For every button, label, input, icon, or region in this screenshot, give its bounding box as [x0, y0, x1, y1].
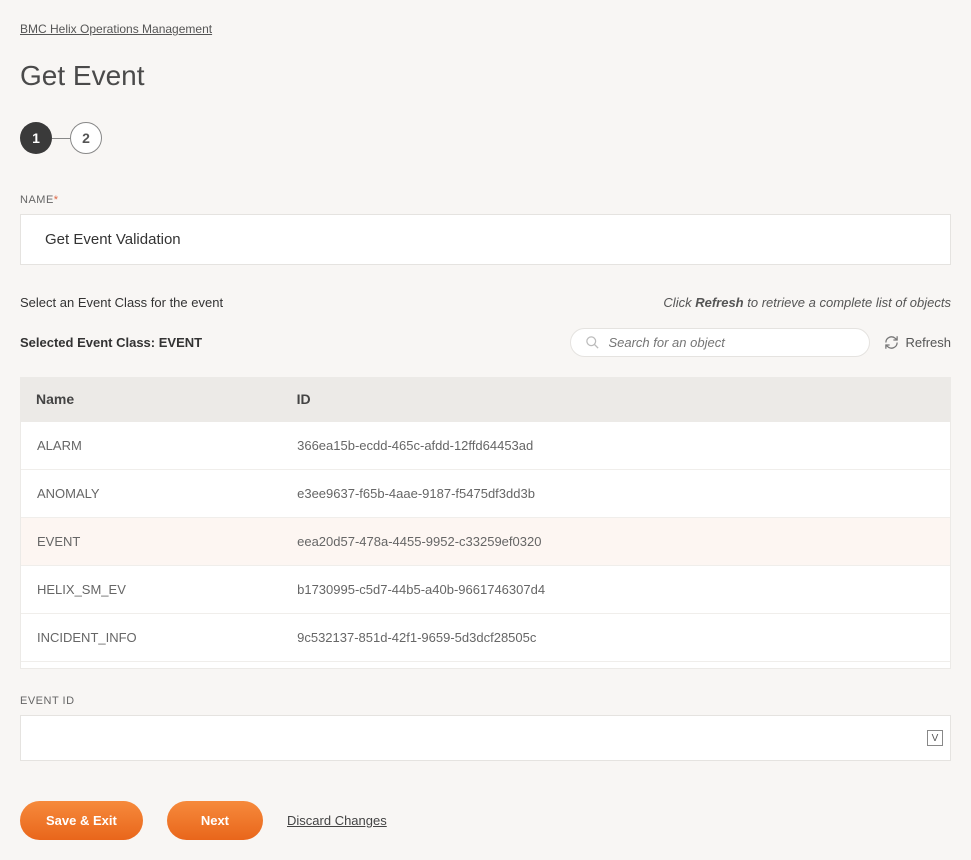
- row-name: ANOMALY: [21, 470, 281, 518]
- refresh-hint: Click Refresh to retrieve a complete lis…: [663, 295, 951, 310]
- row-name: ALARM: [21, 422, 281, 470]
- row-id: b1730995-c5d7-44b5-a40b-9661746307d4: [281, 566, 950, 614]
- table-row[interactable]: INCIDENT_INFO9c532137-851d-42f1-9659-5d3…: [21, 614, 950, 662]
- event-id-input[interactable]: [20, 715, 951, 761]
- row-id: eea20d57-478a-4455-9952-c33259ef0320: [281, 518, 950, 566]
- step-2[interactable]: 2: [70, 122, 102, 154]
- column-id[interactable]: ID: [281, 377, 951, 421]
- row-name: HELIX_SM_EV: [21, 566, 281, 614]
- refresh-hint-suffix: to retrieve a complete list of objects: [744, 295, 951, 310]
- search-icon: [585, 335, 600, 350]
- event-id-label: EVENT ID: [20, 695, 951, 707]
- breadcrumb[interactable]: BMC Helix Operations Management: [20, 22, 212, 36]
- event-class-table: ALARM366ea15b-ecdd-465c-afdd-12ffd64453a…: [21, 422, 950, 662]
- table-row[interactable]: ANOMALYe3ee9637-f65b-4aae-9187-f5475df3d…: [21, 470, 950, 518]
- selected-event-class: Selected Event Class: EVENT: [20, 335, 202, 350]
- event-class-table-wrap: Name ID ALARM366ea15b-ecdd-465c-afdd-12f…: [20, 377, 951, 669]
- action-bar: Save & Exit Next Discard Changes: [20, 801, 951, 840]
- step-1[interactable]: 1: [20, 122, 52, 154]
- name-label: NAME*: [20, 194, 951, 206]
- discard-changes-link[interactable]: Discard Changes: [287, 813, 387, 828]
- stepper: 1 2: [20, 122, 951, 154]
- step-connector: [52, 138, 70, 139]
- search-input[interactable]: [608, 335, 855, 350]
- name-label-text: NAME: [20, 194, 54, 206]
- select-event-class-hint: Select an Event Class for the event: [20, 295, 223, 310]
- refresh-label: Refresh: [905, 335, 951, 350]
- refresh-hint-prefix: Click: [663, 295, 695, 310]
- refresh-hint-strong: Refresh: [695, 295, 743, 310]
- event-class-table-scroll[interactable]: ALARM366ea15b-ecdd-465c-afdd-12ffd64453a…: [20, 421, 951, 669]
- table-row[interactable]: EVENTeea20d57-478a-4455-9952-c33259ef032…: [21, 518, 950, 566]
- save-exit-button[interactable]: Save & Exit: [20, 801, 143, 840]
- selected-event-class-value: EVENT: [159, 335, 202, 350]
- required-mark: *: [54, 194, 59, 206]
- column-name[interactable]: Name: [20, 377, 281, 421]
- refresh-button[interactable]: Refresh: [884, 335, 951, 350]
- variable-badge[interactable]: V: [927, 730, 943, 746]
- row-id: 9c532137-851d-42f1-9659-5d3dcf28505c: [281, 614, 950, 662]
- search-box[interactable]: [570, 328, 870, 357]
- row-name: EVENT: [21, 518, 281, 566]
- next-button[interactable]: Next: [167, 801, 263, 840]
- page-title: Get Event: [20, 60, 951, 92]
- row-id: e3ee9637-f65b-4aae-9187-f5475df3dd3b: [281, 470, 950, 518]
- table-row[interactable]: ALARM366ea15b-ecdd-465c-afdd-12ffd64453a…: [21, 422, 950, 470]
- name-input[interactable]: [20, 214, 951, 265]
- table-row[interactable]: HELIX_SM_EVb1730995-c5d7-44b5-a40b-96617…: [21, 566, 950, 614]
- row-id: 366ea15b-ecdd-465c-afdd-12ffd64453ad: [281, 422, 950, 470]
- row-name: INCIDENT_INFO: [21, 614, 281, 662]
- selected-event-class-label: Selected Event Class:: [20, 335, 159, 350]
- refresh-icon: [884, 335, 899, 350]
